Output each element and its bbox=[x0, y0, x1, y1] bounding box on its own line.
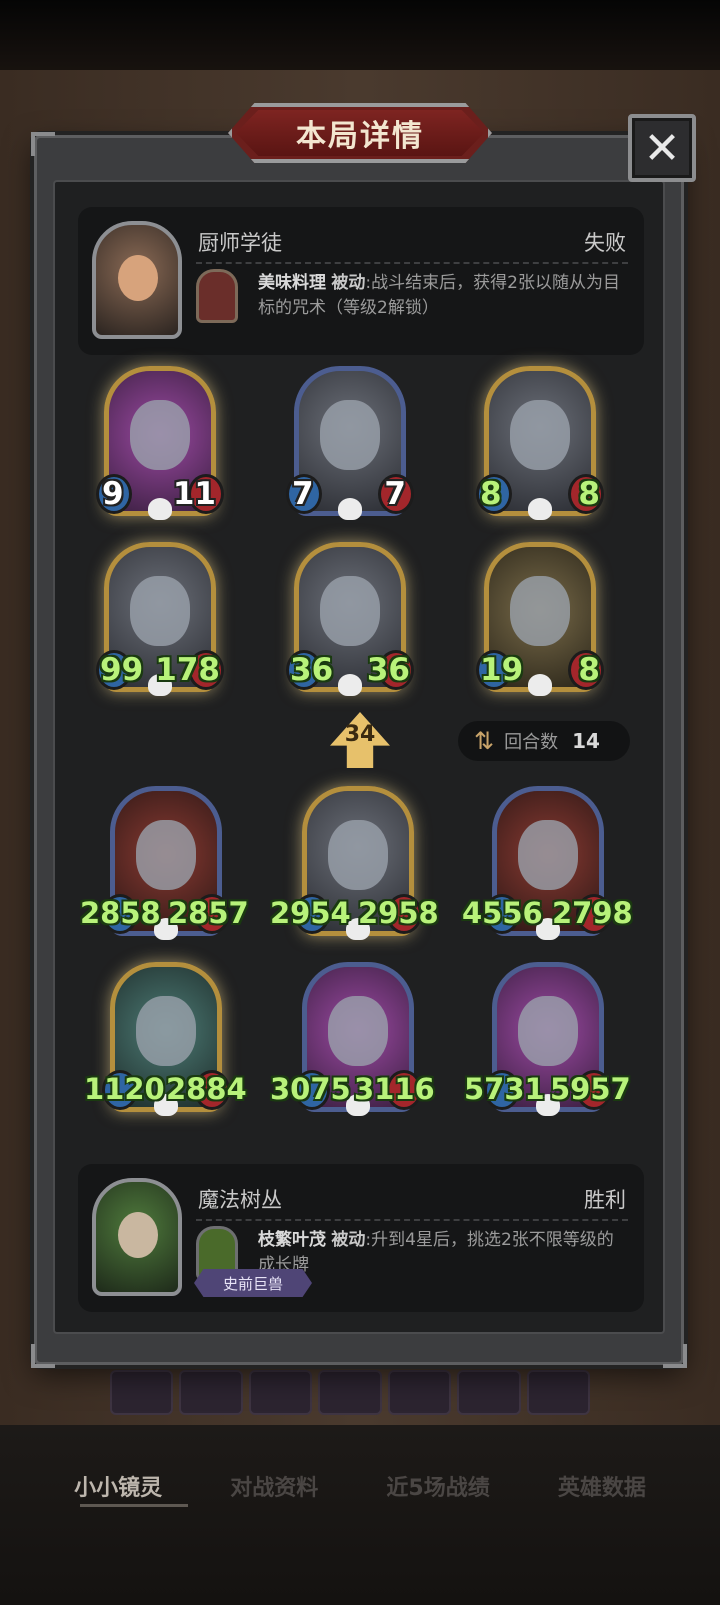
hero-portrait[interactable] bbox=[92, 1178, 182, 1296]
minion-card[interactable]: 8 8 bbox=[476, 366, 604, 526]
health-value: 2857 bbox=[168, 896, 249, 930]
active-tab-indicator bbox=[80, 1504, 188, 1507]
attack-value: 19 bbox=[480, 652, 524, 688]
close-button[interactable]: ✕ bbox=[628, 114, 696, 182]
health-value: 2958 bbox=[358, 896, 439, 930]
tab-hero-data[interactable]: 英雄数据 bbox=[558, 1470, 646, 1520]
skull-icon bbox=[148, 498, 172, 520]
attack-value: 5731 bbox=[464, 1072, 545, 1106]
swap-arrows-icon: ⇅ bbox=[474, 727, 495, 755]
health-value: 36 bbox=[366, 652, 410, 688]
rat-tank-minion-art bbox=[510, 576, 570, 646]
skill-type: 被动 bbox=[331, 1230, 366, 1250]
top-backdrop bbox=[0, 0, 720, 80]
background-card-strip bbox=[110, 1370, 590, 1415]
health-value: 178 bbox=[155, 652, 220, 688]
tier-value: 34 bbox=[344, 722, 376, 747]
hero-name: 厨师学徒 bbox=[198, 231, 282, 255]
health-value: 7 bbox=[384, 476, 406, 512]
attack-value: 2954 bbox=[270, 896, 351, 930]
health-value: 3116 bbox=[354, 1072, 435, 1106]
attack-value: 7 bbox=[292, 476, 314, 512]
frankenstein-minion-art bbox=[518, 996, 578, 1066]
health-value: 8 bbox=[578, 652, 600, 688]
skill-name: 美味料理 bbox=[258, 273, 326, 293]
minion-card[interactable]: 99 178 bbox=[96, 542, 224, 702]
divider bbox=[196, 1219, 628, 1221]
attack-value: 2858 bbox=[80, 896, 161, 930]
health-value: 5957 bbox=[550, 1072, 631, 1106]
sea-witch-minion-art bbox=[136, 996, 196, 1066]
close-icon: ✕ bbox=[643, 122, 681, 174]
match-result: 胜利 bbox=[584, 1188, 626, 1212]
tab-recent-5[interactable]: 近5场战绩 bbox=[386, 1470, 489, 1520]
opponent-player-card: 厨师学徒 失败 美味料理 被动:战斗结束后，获得2张以随从为目标的咒术（等级2解… bbox=[78, 207, 644, 355]
frame-corner bbox=[31, 1344, 55, 1368]
round-value: 14 bbox=[572, 729, 600, 753]
attack-value: 36 bbox=[290, 652, 334, 688]
armored-knight-minion-art bbox=[328, 820, 388, 890]
hero-skill-icon[interactable] bbox=[196, 269, 238, 323]
tab-mini-mirror[interactable]: 小小镜灵 bbox=[74, 1470, 162, 1520]
modal-title: 本局详情 bbox=[236, 110, 484, 156]
golem-minion-art bbox=[130, 576, 190, 646]
health-value: 2884 bbox=[166, 1072, 247, 1106]
skill-name: 枝繁叶茂 bbox=[258, 1230, 326, 1250]
knight-minion-art bbox=[510, 400, 570, 470]
clock-minion-art bbox=[130, 400, 190, 470]
attack-value: 9 bbox=[102, 476, 124, 512]
goblin-chef-minion-art bbox=[320, 576, 380, 646]
round-counter: ⇅ 回合数 14 bbox=[458, 721, 630, 761]
attack-value: 3075 bbox=[270, 1072, 351, 1106]
health-value: 8 bbox=[578, 476, 600, 512]
bottom-tab-bar: 小小镜灵 对战资料 近5场战绩 英雄数据 bbox=[0, 1470, 720, 1520]
tab-battle-info[interactable]: 对战资料 bbox=[230, 1470, 318, 1520]
divider bbox=[196, 262, 628, 264]
attack-value: 1120 bbox=[84, 1072, 165, 1106]
skull-icon bbox=[528, 498, 552, 520]
minion-card[interactable]: 36 36 bbox=[286, 542, 414, 702]
red-dragon-minion-art bbox=[518, 820, 578, 890]
attack-value: 99 bbox=[100, 652, 144, 688]
minion-card[interactable]: 9 11 bbox=[96, 366, 224, 526]
skill-description: 枝繁叶茂 被动:升到4星后，挑选2张不限等级的成长牌 bbox=[258, 1228, 628, 1278]
attack-value: 8 bbox=[480, 476, 502, 512]
skill-description: 美味料理 被动:战斗结束后，获得2张以随从为目标的咒术（等级2解锁） bbox=[258, 271, 628, 321]
health-value: 2798 bbox=[552, 896, 633, 930]
match-result: 失败 bbox=[584, 231, 626, 255]
self-player-card: 魔法树丛 胜利 枝繁叶茂 被动:升到4星后，挑选2张不限等级的成长牌 史前巨兽 bbox=[78, 1164, 644, 1312]
frame-corner bbox=[31, 132, 55, 156]
lancer-minion-art bbox=[328, 996, 388, 1066]
skull-icon bbox=[338, 674, 362, 696]
dragon-minion-art bbox=[136, 820, 196, 890]
robot-minion-art bbox=[320, 400, 380, 470]
minion-card[interactable]: 7 7 bbox=[286, 366, 414, 526]
skull-icon bbox=[528, 674, 552, 696]
hero-portrait[interactable] bbox=[92, 221, 182, 339]
hero-name: 魔法树丛 bbox=[198, 1188, 282, 1212]
skull-icon bbox=[338, 498, 362, 520]
round-label: 回合数 bbox=[504, 732, 559, 753]
health-value: 11 bbox=[172, 476, 216, 512]
skill-type: 被动 bbox=[331, 273, 366, 293]
attack-value: 4556 bbox=[462, 896, 543, 930]
minion-card[interactable]: 19 8 bbox=[476, 542, 604, 702]
frame-corner bbox=[663, 1344, 687, 1368]
tribe-tag: 史前巨兽 bbox=[194, 1269, 312, 1297]
